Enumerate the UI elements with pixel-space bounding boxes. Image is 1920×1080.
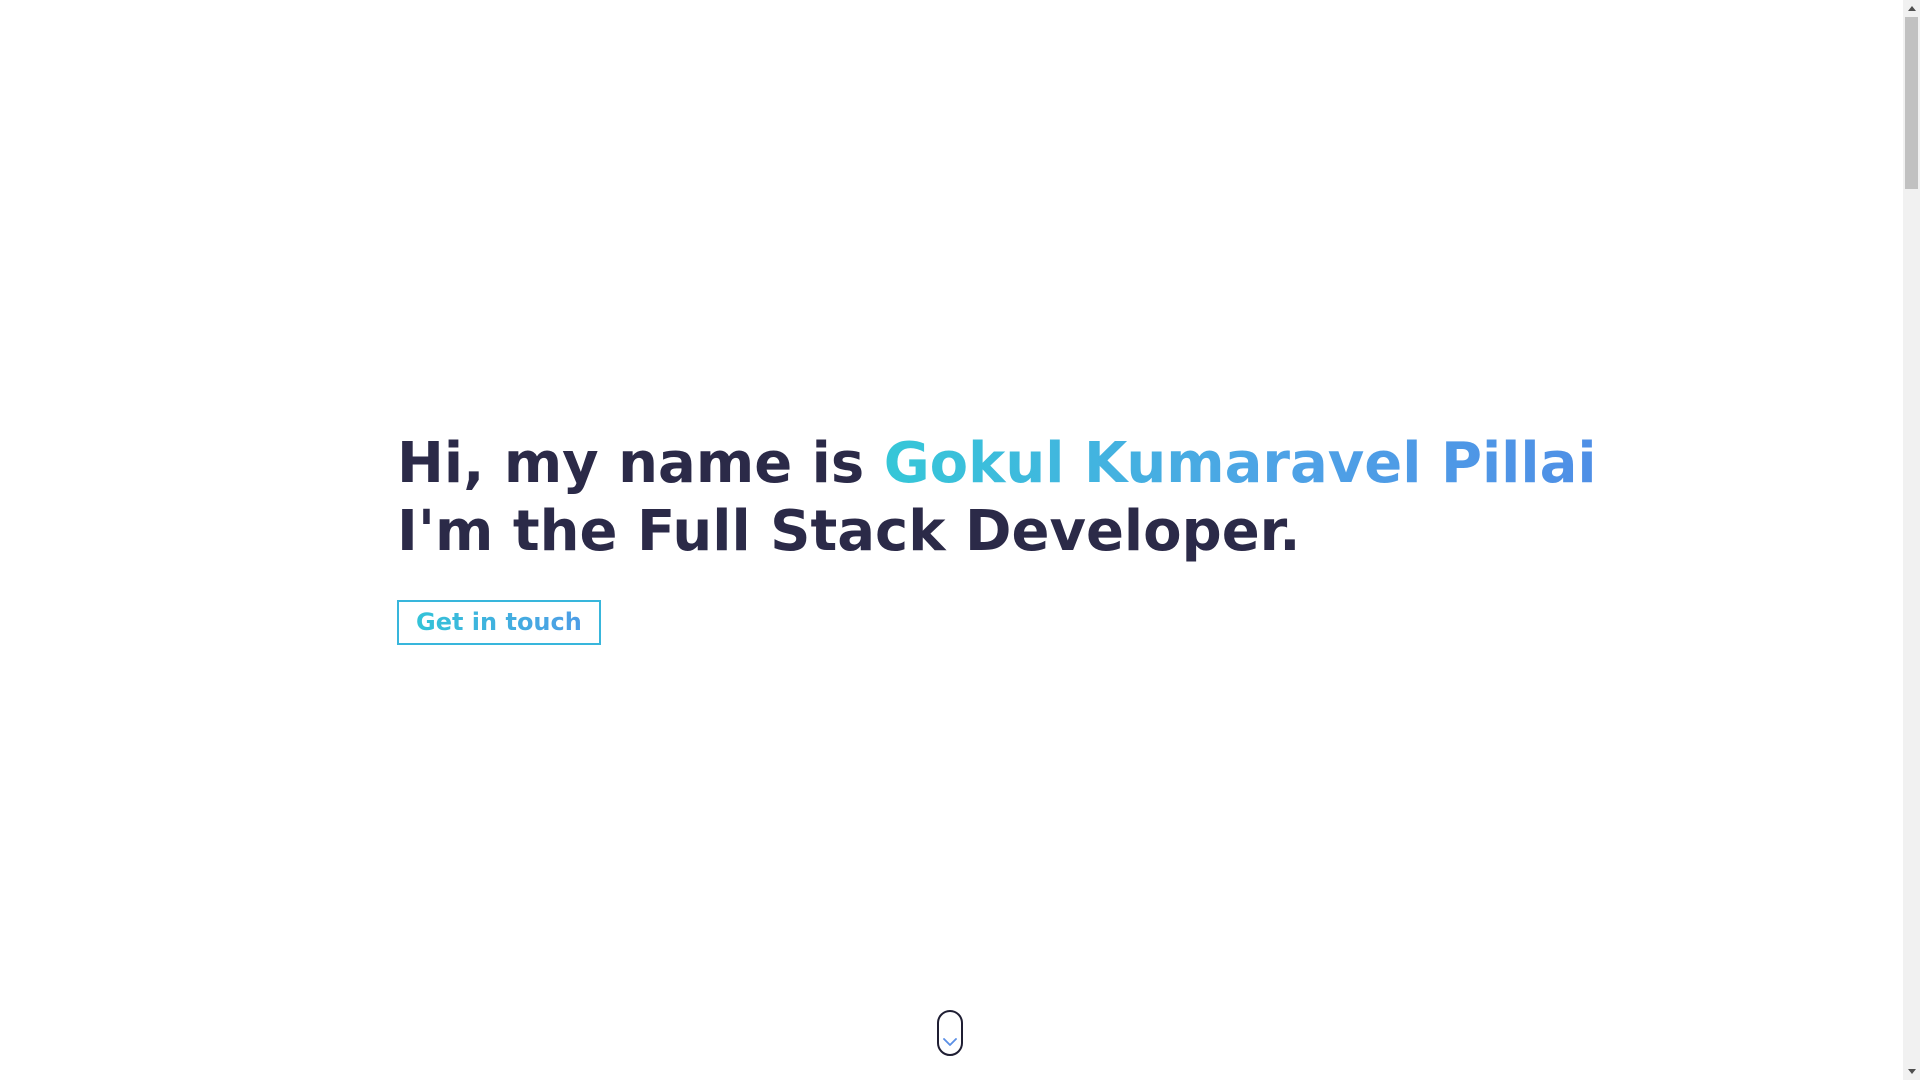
get-in-touch-button[interactable]: Get in touch — [397, 600, 601, 645]
tagline-text: I'm the Full Stack Developer. — [397, 499, 1301, 564]
scroll-up-button[interactable] — [1903, 0, 1920, 17]
scroll-down-indicator[interactable] — [937, 1010, 963, 1056]
vertical-scrollbar[interactable] — [1903, 0, 1920, 1080]
greeting-text: Hi, my name is — [397, 431, 884, 496]
scroll-down-button[interactable] — [1903, 1063, 1920, 1080]
page: Hi, my name is Gokul Kumaravel Pillai I'… — [0, 0, 1903, 1080]
hero-headline: Hi, my name is Gokul Kumaravel Pillai I'… — [397, 430, 1597, 566]
developer-name: Gokul Kumaravel Pillai — [883, 431, 1597, 496]
arrow-down-icon — [1907, 1069, 1916, 1074]
chevron-down-icon — [943, 1038, 957, 1046]
get-in-touch-label: Get in touch — [416, 608, 582, 636]
hero-section: Hi, my name is Gokul Kumaravel Pillai I'… — [397, 430, 1597, 645]
arrow-up-icon — [1907, 6, 1916, 11]
scrollbar-thumb[interactable] — [1905, 17, 1918, 189]
